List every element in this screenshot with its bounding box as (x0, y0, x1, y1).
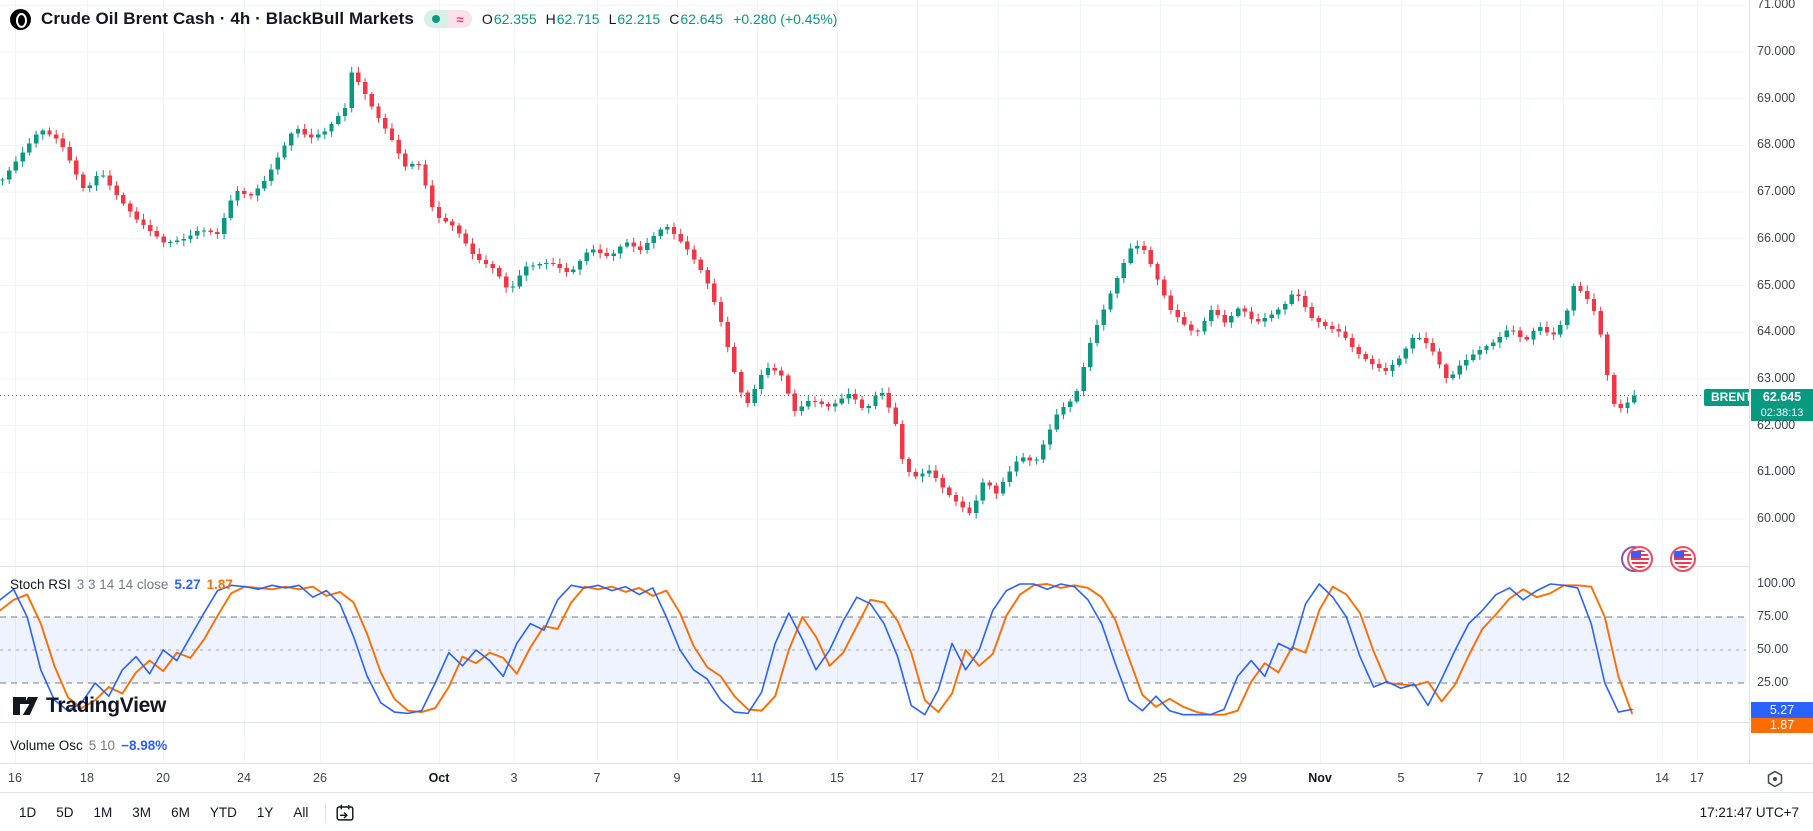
market-status-pill[interactable]: ≈ (424, 10, 472, 28)
ohlc-h: H62.715 (546, 11, 600, 27)
ohlc-o: O62.355 (482, 11, 537, 27)
time-axis-tick: 9 (674, 771, 681, 785)
time-axis-tick: 23 (1073, 771, 1087, 785)
ohlc-c: C62.645 (669, 11, 723, 27)
price-axis-label: 67.000 (1757, 184, 1795, 198)
price-axis-label: 60.000 (1757, 511, 1795, 525)
time-axis-tick: 12 (1556, 771, 1570, 785)
time-axis-tick: 3 (511, 771, 518, 785)
time-axis[interactable]: 16 18 20 24 26 Oct 3 7 9 11 15 17 21 23 25 29 Nov 5 7 10 12 1… (0, 763, 1813, 793)
range-button-1m[interactable]: 1M (85, 800, 122, 825)
time-axis-tick: 29 (1233, 771, 1247, 785)
price-axis[interactable]: 62.645 02:38:13 5.27 1.87 71.00070.00069… (1749, 0, 1813, 792)
range-button-all[interactable]: All (284, 800, 317, 825)
stoch-rsi-title: Stoch RSI (10, 577, 71, 592)
volume-osc-value: −8.98% (121, 738, 167, 753)
date-range-group: 1D5D1M3M6MYTD1YAll (0, 800, 317, 825)
stoch-d-value-box: 1.87 (1751, 718, 1813, 733)
stoch-rsi-d-value: 1.87 (207, 577, 233, 592)
time-axis-tick: 26 (313, 771, 327, 785)
ohlc-values: O62.355 H62.715 L62.215 C62.645 (482, 11, 723, 27)
us-event-flag-icon[interactable] (1627, 546, 1653, 572)
time-axis-tick: 11 (751, 771, 764, 785)
toolbar-divider (325, 803, 326, 823)
range-button-ytd[interactable]: YTD (201, 800, 246, 825)
stoch-rsi-label[interactable]: Stoch RSI 3 3 14 14 close 5.27 1.87 (10, 577, 233, 592)
price-axis-label: 65.000 (1757, 278, 1795, 292)
range-button-1d[interactable]: 1D (10, 800, 45, 825)
tradingview-logo-icon (12, 694, 39, 718)
time-axis-tick: 7 (594, 771, 601, 785)
stoch-axis-label: 25.00 (1757, 675, 1788, 689)
stoch-axis-label: 50.00 (1757, 642, 1788, 656)
price-axis-label: 63.000 (1757, 371, 1795, 385)
chart-header: Crude Oil Brent Cash · 4h · BlackBull Ma… (10, 8, 837, 30)
price-axis-label: 64.000 (1757, 324, 1795, 338)
time-axis-tick: 24 (237, 771, 251, 785)
time-axis-tick: Nov (1308, 771, 1332, 785)
time-axis-tick: 5 (1398, 771, 1405, 785)
tradingview-watermark: TradingView (12, 694, 166, 718)
time-axis-tick: 20 (156, 771, 170, 785)
price-change: +0.280 (+0.45%) (733, 11, 837, 27)
time-axis-tick: 15 (830, 771, 844, 785)
volume-osc-params: 5 10 (89, 738, 115, 753)
price-axis-label: 69.000 (1757, 91, 1795, 105)
delayed-data-icon: ≈ (448, 10, 472, 28)
price-axis-label: 61.000 (1757, 464, 1795, 478)
range-button-1y[interactable]: 1Y (248, 800, 283, 825)
range-button-5d[interactable]: 5D (47, 800, 82, 825)
stoch-rsi-params: 3 3 14 14 close (77, 577, 169, 592)
time-axis-tick: 21 (991, 771, 1005, 785)
clock-utc[interactable]: 17:21:47 UTC+7 (1700, 805, 1813, 820)
volume-osc-label[interactable]: Volume Osc 5 10 −8.98% (10, 738, 167, 753)
gear-icon[interactable] (1765, 769, 1785, 789)
chart-window: Crude Oil Brent Cash · 4h · BlackBull Ma… (0, 0, 1813, 831)
market-open-dot-icon (424, 10, 448, 28)
time-axis-tick: 17 (1690, 771, 1704, 785)
price-axis-label: 70.000 (1757, 44, 1795, 58)
stoch-axis-label: 75.00 (1757, 609, 1788, 623)
time-axis-tick: 18 (80, 771, 94, 785)
us-event-flag-icon[interactable] (1670, 546, 1696, 572)
go-to-date-icon[interactable] (334, 802, 356, 824)
time-axis-tick: 16 (8, 771, 22, 785)
price-axis-label: 62.000 (1757, 418, 1795, 432)
chart-plot-area[interactable] (0, 0, 1813, 792)
range-button-6m[interactable]: 6M (162, 800, 199, 825)
tradingview-logo-text: TradingView (46, 694, 166, 718)
bottom-toolbar: 1D5D1M3M6MYTD1YAll 17:21:47 UTC+7 (0, 792, 1813, 831)
range-button-3m[interactable]: 3M (123, 800, 160, 825)
time-axis-tick: 25 (1153, 771, 1167, 785)
time-axis-tick: 7 (1477, 771, 1484, 785)
price-axis-label: 71.000 (1757, 0, 1795, 11)
symbol-title[interactable]: Crude Oil Brent Cash · 4h · BlackBull Ma… (41, 9, 414, 29)
time-axis-tick: Oct (429, 771, 450, 785)
instrument-logo-icon (10, 9, 31, 30)
ohlc-l: L62.215 (609, 11, 661, 27)
last-price-box: 62.645 (1751, 389, 1813, 406)
volume-osc-title: Volume Osc (10, 738, 83, 753)
time-axis-tick: 17 (910, 771, 924, 785)
price-axis-label: 68.000 (1757, 137, 1795, 151)
price-axis-label: 66.000 (1757, 231, 1795, 245)
time-axis-tick: 10 (1513, 771, 1527, 785)
stoch-rsi-k-value: 5.27 (174, 577, 200, 592)
stoch-axis-label: 100.00 (1757, 576, 1795, 590)
time-axis-tick: 14 (1655, 771, 1669, 785)
stoch-k-value-box: 5.27 (1751, 702, 1813, 718)
